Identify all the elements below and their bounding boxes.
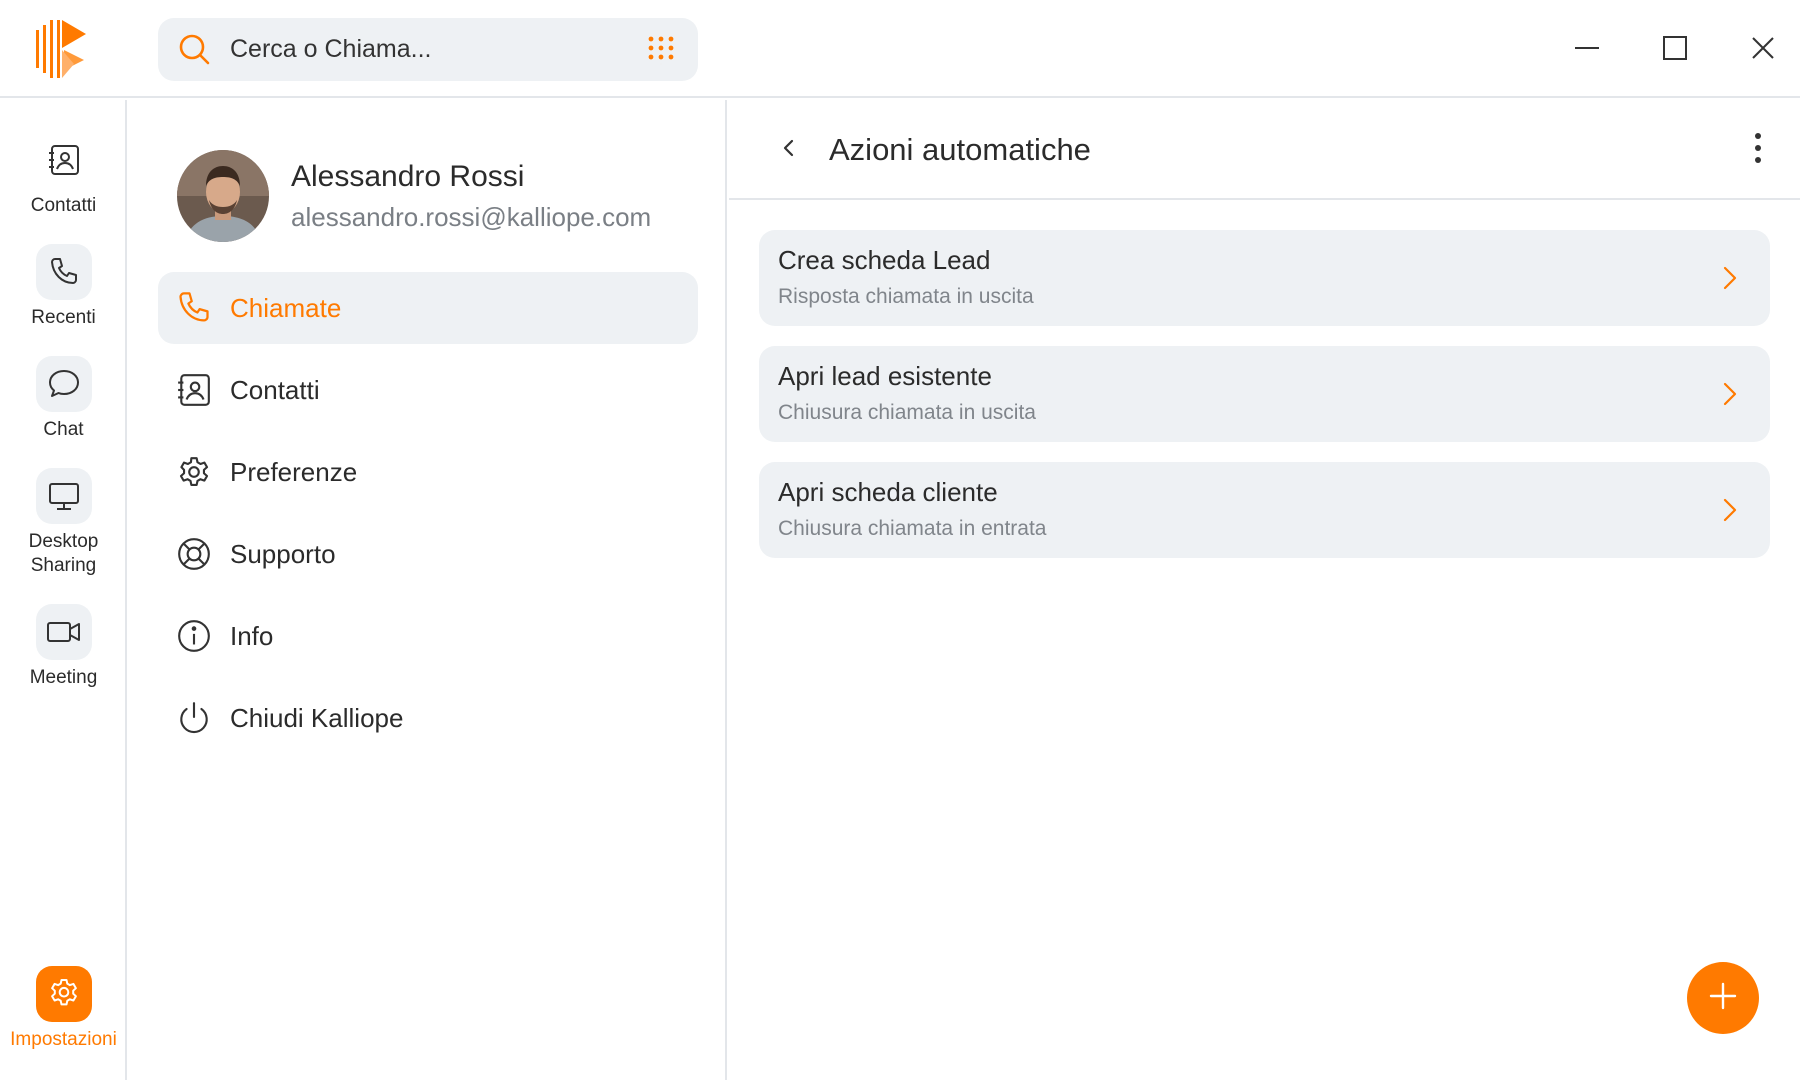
rail-item-meeting[interactable]: Meeting (0, 604, 127, 690)
rail-label: Impostazioni (10, 1029, 117, 1050)
chat-bubble-icon (35, 356, 92, 412)
add-action-button[interactable] (1687, 962, 1759, 1034)
automatic-actions-panel: Azioni automatiche Crea scheda Lead Risp… (729, 100, 1800, 1080)
gear-icon (35, 966, 92, 1022)
power-icon (176, 700, 212, 736)
profile-name: Alessandro Rossi (291, 160, 525, 193)
page-title: Azioni automatiche (829, 132, 1091, 167)
search-input[interactable] (230, 18, 610, 81)
contacts-icon (176, 372, 212, 408)
rail-label: Meeting (29, 667, 98, 688)
chevron-right-icon (1714, 263, 1744, 293)
action-card[interactable]: Apri lead esistente Chiusura chiamata in… (759, 346, 1770, 442)
search-icon (178, 33, 210, 65)
more-options-button[interactable] (1736, 128, 1780, 172)
chevron-left-icon (778, 137, 800, 164)
avatar (177, 150, 269, 242)
dialpad-icon[interactable] (646, 35, 676, 65)
kebab-menu-icon (1754, 132, 1762, 169)
title-bar (0, 0, 1800, 98)
action-title: Crea scheda Lead (778, 245, 991, 275)
action-subtitle: Chiusura chiamata in entrata (778, 517, 1047, 540)
phone-icon (35, 244, 92, 300)
minimize-icon (1574, 35, 1600, 66)
chevron-right-icon (1714, 495, 1744, 525)
rail-label: Contatti (30, 195, 97, 216)
rail-label: Chat (43, 419, 84, 440)
navigation-rail: Contatti Recenti Chat Desktop Sharing Me… (0, 100, 127, 1080)
action-title: Apri lead esistente (778, 361, 992, 391)
menu-item-chiamate[interactable]: Chiamate (158, 272, 698, 344)
video-camera-icon (35, 604, 92, 660)
menu-item-preferenze[interactable]: Preferenze (158, 436, 698, 508)
monitor-icon (35, 468, 92, 524)
kalliope-logo (34, 20, 92, 78)
action-subtitle: Risposta chiamata in uscita (778, 285, 1034, 308)
action-subtitle: Chiusura chiamata in uscita (778, 401, 1036, 424)
rail-item-recenti[interactable]: Recenti (0, 244, 127, 330)
contacts-icon (36, 132, 92, 188)
action-card[interactable]: Crea scheda Lead Risposta chiamata in us… (759, 230, 1770, 326)
rail-item-desktop-sharing[interactable]: Desktop Sharing (0, 468, 127, 578)
search-bar[interactable] (158, 18, 698, 81)
menu-item-label: Chiamate (230, 293, 342, 323)
menu-item-label: Contatti (230, 375, 320, 405)
settings-menu: Alessandro Rossi alessandro.rossi@kallio… (129, 100, 727, 1080)
action-card[interactable]: Apri scheda cliente Chiusura chiamata in… (759, 462, 1770, 558)
rail-label: Recenti (31, 307, 96, 328)
action-title: Apri scheda cliente (778, 477, 998, 507)
panel-header: Azioni automatiche (729, 100, 1800, 200)
profile-email: alessandro.rossi@kalliope.com (291, 202, 652, 232)
phone-icon (176, 290, 212, 326)
menu-item-label: Preferenze (230, 457, 358, 487)
menu-item-label: Info (230, 621, 274, 651)
rail-label: Desktop Sharing (28, 531, 99, 576)
maximize-icon (1662, 35, 1688, 66)
rail-item-chat[interactable]: Chat (0, 356, 127, 442)
menu-item-contatti[interactable]: Contatti (158, 354, 698, 426)
back-button[interactable] (769, 130, 809, 170)
info-icon (176, 618, 212, 654)
chevron-right-icon (1714, 379, 1744, 409)
gear-icon (176, 454, 212, 490)
plus-icon (1708, 981, 1738, 1016)
close-icon (1750, 35, 1776, 66)
rail-item-contatti[interactable]: Contatti (0, 132, 127, 218)
menu-item-supporto[interactable]: Supporto (158, 518, 698, 590)
lifebuoy-icon (176, 536, 212, 572)
menu-item-info[interactable]: Info (158, 600, 698, 672)
rail-item-impostazioni[interactable]: Impostazioni (0, 966, 127, 1052)
menu-item-label: Chiudi Kalliope (230, 703, 404, 733)
menu-item-label: Supporto (230, 539, 336, 569)
minimize-button[interactable] (1563, 26, 1611, 74)
menu-item-chiudi-kalliope[interactable]: Chiudi Kalliope (158, 682, 698, 754)
close-button[interactable] (1739, 26, 1787, 74)
maximize-button[interactable] (1651, 26, 1699, 74)
